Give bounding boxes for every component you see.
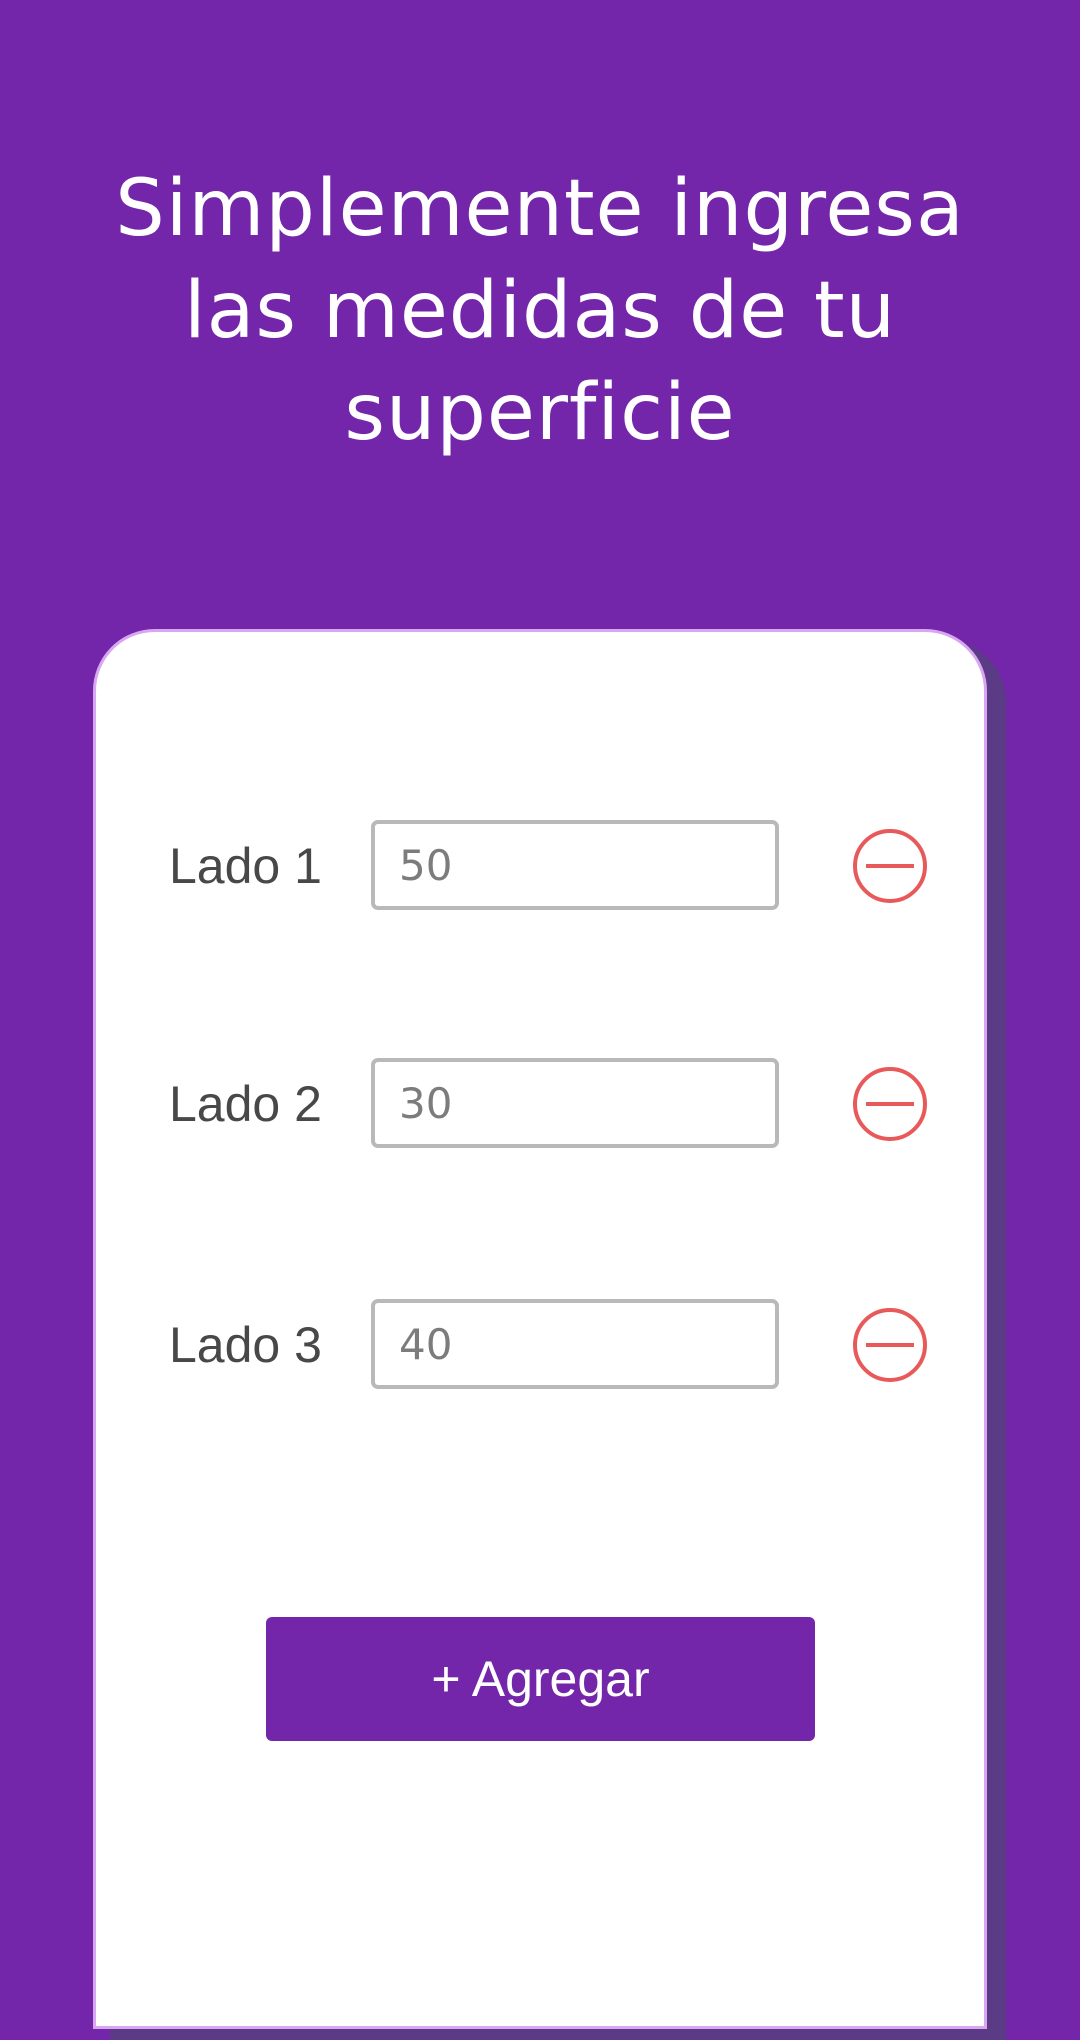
side-row-3: Lado 3 [169, 1299, 929, 1391]
side-row-2: Lado 2 [169, 1058, 929, 1150]
side-row-1: Lado 1 [169, 820, 929, 912]
side-input-1[interactable] [371, 820, 779, 910]
measurements-card: Lado 1 Lado 2 Lado 3 + Agregar [93, 629, 987, 2029]
add-side-button[interactable]: + Agregar [266, 1617, 815, 1741]
minus-circle-icon [853, 1067, 927, 1141]
remove-side-3-button[interactable] [851, 1306, 929, 1384]
remove-side-2-button[interactable] [851, 1065, 929, 1143]
page-title: Simplemente ingresa las medidas de tu su… [115, 164, 965, 458]
minus-circle-icon [853, 1308, 927, 1382]
side-label-3: Lado 3 [169, 1317, 322, 1373]
remove-side-1-button[interactable] [851, 827, 929, 905]
side-input-2[interactable] [371, 1058, 779, 1148]
minus-circle-icon [853, 829, 927, 903]
side-label-1: Lado 1 [169, 838, 322, 894]
side-label-2: Lado 2 [169, 1076, 322, 1132]
side-input-3[interactable] [371, 1299, 779, 1389]
